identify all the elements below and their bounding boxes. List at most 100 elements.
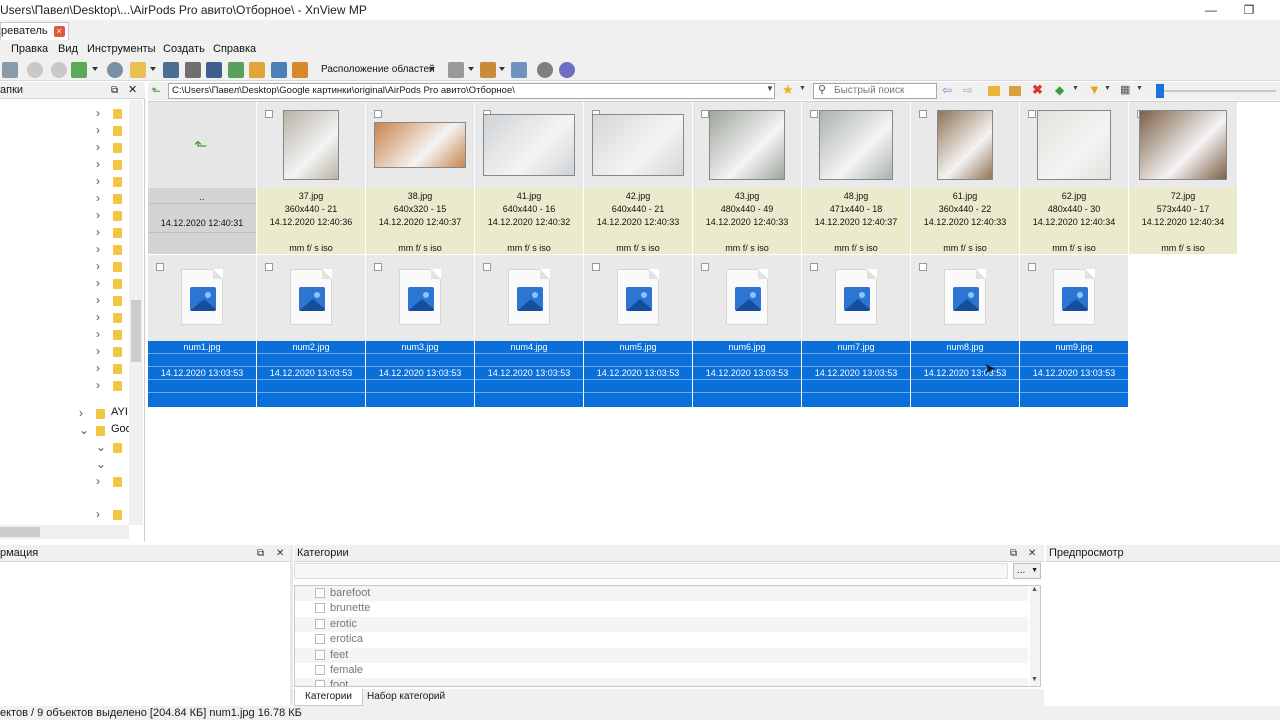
chevron-right-icon[interactable]: ›	[96, 123, 100, 137]
layout-areas-label[interactable]: Расположение областей	[321, 64, 435, 75]
tag-icon[interactable]: ◆	[1055, 83, 1064, 97]
menu-create[interactable]: Создать	[163, 43, 205, 55]
help-icon[interactable]	[559, 62, 575, 78]
chevron-right-icon[interactable]: ›	[96, 378, 100, 392]
tab-category-sets[interactable]: Набор категорий	[357, 689, 455, 706]
category-checkbox[interactable]	[315, 603, 325, 614]
chevron-right-icon[interactable]: ›	[96, 310, 100, 324]
layout-dropdown-icon[interactable]	[429, 67, 435, 71]
expand-down-icon[interactable]: ⌄	[96, 440, 106, 454]
delete-icon[interactable]: ✖	[1032, 82, 1043, 98]
select-checkbox[interactable]	[701, 263, 709, 271]
select-checkbox[interactable]	[374, 263, 382, 271]
scanner-icon[interactable]	[206, 62, 222, 78]
expand-down-icon[interactable]: ⌄	[96, 457, 106, 471]
scroll-thumb[interactable]	[131, 300, 141, 362]
menu-help[interactable]: Справка	[213, 43, 256, 55]
sort-dropdown-icon[interactable]	[499, 67, 505, 71]
chevron-right-icon[interactable]: ›	[96, 106, 100, 120]
float-panel-icon[interactable]: ⧉	[257, 545, 264, 562]
select-checkbox[interactable]	[810, 263, 818, 271]
rotate-right-icon[interactable]	[51, 62, 67, 78]
category-item[interactable]: brunette	[295, 601, 1028, 616]
compare-icon[interactable]	[163, 62, 179, 78]
menu-view[interactable]: Вид	[58, 43, 78, 55]
sort-icon[interactable]	[480, 62, 496, 78]
tree-horizontal-scrollbar[interactable]	[0, 525, 129, 539]
import-dropdown-icon[interactable]	[92, 67, 98, 71]
menu-edit[interactable]: Правка	[11, 43, 48, 55]
float-panel-icon[interactable]: ⧉	[111, 82, 118, 99]
chevron-right-icon[interactable]: ›	[96, 327, 100, 341]
category-checkbox[interactable]	[315, 649, 325, 660]
category-scrollbar[interactable]: ▲ ▼	[1030, 586, 1040, 686]
restore-button[interactable]: ❐	[1226, 0, 1272, 20]
select-checkbox[interactable]	[265, 263, 273, 271]
select-checkbox[interactable]	[483, 263, 491, 271]
category-item[interactable]: foot	[295, 678, 1028, 686]
settings-gear-icon[interactable]	[537, 62, 553, 78]
path-dropdown-icon[interactable]: ▼	[766, 84, 774, 93]
slideshow-icon[interactable]	[249, 62, 265, 78]
tab-browser[interactable]: реватель ×	[0, 22, 69, 40]
back-icon[interactable]: ⇦	[942, 83, 952, 97]
chevron-right-icon[interactable]: ›	[96, 208, 100, 222]
category-options-button[interactable]: ... ▼	[1013, 563, 1041, 579]
chevron-right-icon[interactable]: ›	[96, 293, 100, 307]
print-icon[interactable]	[185, 62, 201, 78]
category-item[interactable]: erotica	[295, 632, 1028, 647]
select-checkbox[interactable]	[156, 263, 164, 271]
fullscreen-icon[interactable]	[2, 62, 18, 78]
chevron-right-icon[interactable]: ›	[96, 344, 100, 358]
expand-down-icon[interactable]: ⌄	[79, 423, 89, 437]
select-checkbox[interactable]	[701, 110, 709, 118]
tree-toggle-icon[interactable]	[511, 62, 527, 78]
view-mode-icon[interactable]	[448, 62, 464, 78]
float-panel-icon[interactable]: ⧉	[1010, 545, 1017, 562]
panel-splitter[interactable]	[290, 545, 293, 705]
wallpaper-icon[interactable]	[292, 62, 308, 78]
view-mode-dropdown-icon[interactable]	[468, 67, 474, 71]
chevron-right-icon[interactable]: ›	[96, 361, 100, 375]
chevron-right-icon[interactable]: ›	[96, 259, 100, 273]
slider-handle[interactable]	[1156, 84, 1164, 98]
category-checkbox[interactable]	[315, 618, 325, 629]
select-checkbox[interactable]	[265, 110, 273, 118]
close-panel-icon[interactable]: ✕	[1028, 545, 1036, 562]
open-dropdown-icon[interactable]	[150, 67, 156, 71]
thumbnail-size-icon[interactable]: ▦	[1120, 83, 1130, 96]
capture-icon[interactable]	[271, 62, 287, 78]
category-item[interactable]: erotic	[295, 616, 1028, 632]
category-item[interactable]: female	[295, 663, 1028, 678]
select-checkbox[interactable]	[919, 263, 927, 271]
category-checkbox[interactable]	[315, 665, 325, 675]
quick-search-input[interactable]: Быстрый поиск	[813, 83, 937, 99]
path-input[interactable]: C:\Users\Павел\Desktop\Google картинки\o…	[168, 83, 775, 99]
category-checkbox[interactable]	[315, 680, 325, 686]
chevron-right-icon[interactable]: ›	[96, 140, 100, 154]
import-icon[interactable]	[71, 62, 87, 78]
scan-icon[interactable]	[107, 62, 123, 78]
filter-dropdown-icon[interactable]: ▼	[1104, 85, 1111, 92]
filter-icon[interactable]: ▼	[1088, 82, 1101, 97]
category-filter-input[interactable]	[294, 563, 1008, 579]
scroll-thumb[interactable]	[0, 527, 40, 537]
select-checkbox[interactable]	[1028, 263, 1036, 271]
folder-label-ayi[interactable]: AYI	[111, 406, 128, 418]
up-folder-icon[interactable]: ⬑	[151, 84, 161, 98]
chevron-right-icon[interactable]: ›	[96, 276, 100, 290]
category-checkbox[interactable]	[315, 634, 325, 645]
scroll-up-icon[interactable]: ▲	[1031, 586, 1038, 593]
menu-tools[interactable]: Инструменты	[87, 43, 156, 55]
category-item[interactable]: feet	[295, 647, 1028, 663]
close-tab-icon[interactable]: ×	[53, 26, 65, 37]
favorites-dropdown-icon[interactable]: ▼	[799, 85, 806, 92]
close-panel-icon[interactable]: ✕	[128, 82, 137, 99]
tree-vertical-scrollbar[interactable]	[129, 100, 143, 525]
category-checkbox[interactable]	[315, 588, 325, 598]
thumbnail-size-slider[interactable]	[1156, 90, 1276, 92]
tag-dropdown-icon[interactable]: ▼	[1072, 85, 1079, 92]
close-panel-icon[interactable]: ✕	[276, 545, 284, 562]
chevron-right-icon[interactable]: ›	[96, 191, 100, 205]
chevron-right-icon[interactable]: ›	[96, 225, 100, 239]
